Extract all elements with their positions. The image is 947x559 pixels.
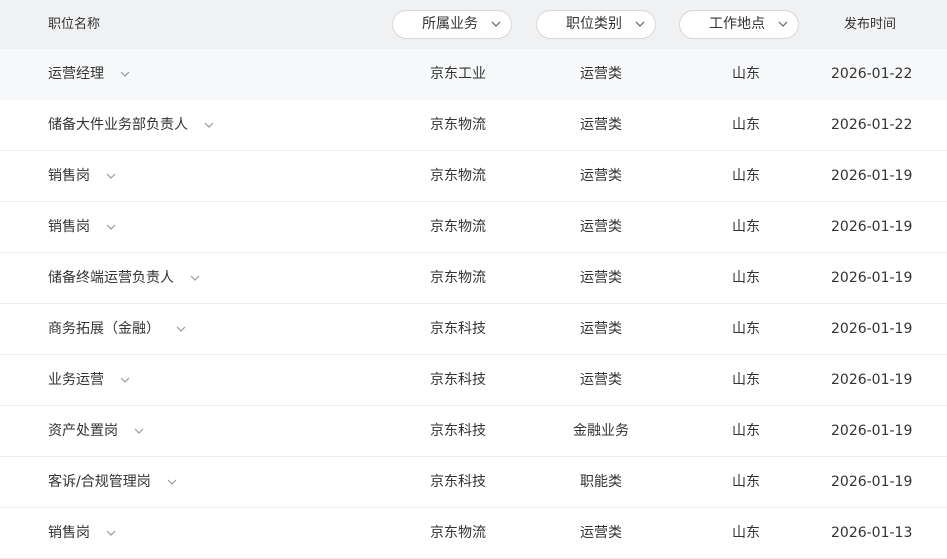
job-category: 运营类 (580, 168, 622, 184)
job-location: 山东 (732, 423, 760, 439)
job-date: 2026-01-19 (831, 270, 913, 286)
table-row[interactable]: 储备终端运营负责人 京东物流 运营类 山东 2026-01-19 (0, 253, 947, 304)
job-location: 山东 (732, 117, 760, 133)
job-date: 2026-01-22 (831, 66, 913, 82)
job-date: 2026-01-19 (831, 474, 913, 490)
job-location: 山东 (732, 321, 760, 337)
job-date: 2026-01-19 (831, 372, 913, 388)
job-location: 山东 (732, 525, 760, 541)
table-row[interactable]: 运营经理 京东工业 运营类 山东 2026-01-22 (0, 49, 947, 100)
job-date: 2026-01-22 (831, 117, 913, 133)
table-header: 职位名称 所属业务 职位类别 工作地点 发布时间 (0, 0, 947, 49)
job-location: 山东 (732, 168, 760, 184)
job-category: 运营类 (580, 525, 622, 541)
table-row[interactable]: 销售岗 京东物流 运营类 山东 2026-01-19 (0, 151, 947, 202)
job-category: 运营类 (580, 270, 622, 286)
filter-location-label: 工作地点 (709, 16, 765, 32)
job-location: 山东 (732, 219, 760, 235)
job-category: 运营类 (580, 66, 622, 82)
table-row[interactable]: 业务运营 京东科技 运营类 山东 2026-01-19 (0, 355, 947, 406)
chevron-down-icon (635, 21, 645, 27)
job-list-table: 职位名称 所属业务 职位类别 工作地点 发布时间 运营经理 京东工业 运营类 山东 20… (0, 0, 947, 559)
job-rows: 运营经理 京东工业 运营类 山东 2026-01-22 储备大件业务部负责人 京东物流 运营类… (0, 49, 947, 559)
job-date: 2026-01-19 (831, 219, 913, 235)
job-date: 2026-01-13 (831, 525, 913, 541)
table-row[interactable]: 储备大件业务部负责人 京东物流 运营类 山东 2026-01-22 (0, 100, 947, 151)
job-category: 职能类 (580, 474, 622, 490)
job-location: 山东 (732, 474, 760, 490)
job-location: 山东 (732, 66, 760, 82)
job-location: 山东 (732, 372, 760, 388)
table-row[interactable]: 商务拓展（金融） 京东科技 运营类 山东 2026-01-19 (0, 304, 947, 355)
job-category: 运营类 (580, 117, 622, 133)
job-category: 金融业务 (573, 423, 629, 439)
job-date: 2026-01-19 (831, 321, 913, 337)
chevron-down-icon (778, 21, 788, 27)
filter-location-dropdown[interactable]: 工作地点 (679, 10, 799, 39)
chevron-down-icon (491, 21, 501, 27)
filter-category-label: 职位类别 (566, 16, 622, 32)
table-row[interactable]: 销售岗 京东物流 运营类 山东 2026-01-19 (0, 202, 947, 253)
table-row[interactable]: 资产处置岗 京东科技 金融业务 山东 2026-01-19 (0, 406, 947, 457)
job-category: 运营类 (580, 372, 622, 388)
job-location: 山东 (732, 270, 760, 286)
job-date: 2026-01-19 (831, 423, 913, 439)
job-category: 运营类 (580, 321, 622, 337)
column-header-date: 发布时间 (844, 17, 897, 32)
table-row[interactable]: 客诉/合规管理岗 京东科技 职能类 山东 2026-01-19 (0, 457, 947, 508)
filter-category-dropdown[interactable]: 职位类别 (536, 10, 656, 39)
table-row[interactable]: 销售岗 京东物流 运营类 山东 2026-01-13 (0, 508, 947, 559)
filter-business-dropdown[interactable]: 所属业务 (392, 10, 512, 39)
job-category: 运营类 (580, 219, 622, 235)
column-header-title: 职位名称 (48, 17, 101, 32)
filter-business-label: 所属业务 (422, 16, 478, 32)
job-date: 2026-01-19 (831, 168, 913, 184)
